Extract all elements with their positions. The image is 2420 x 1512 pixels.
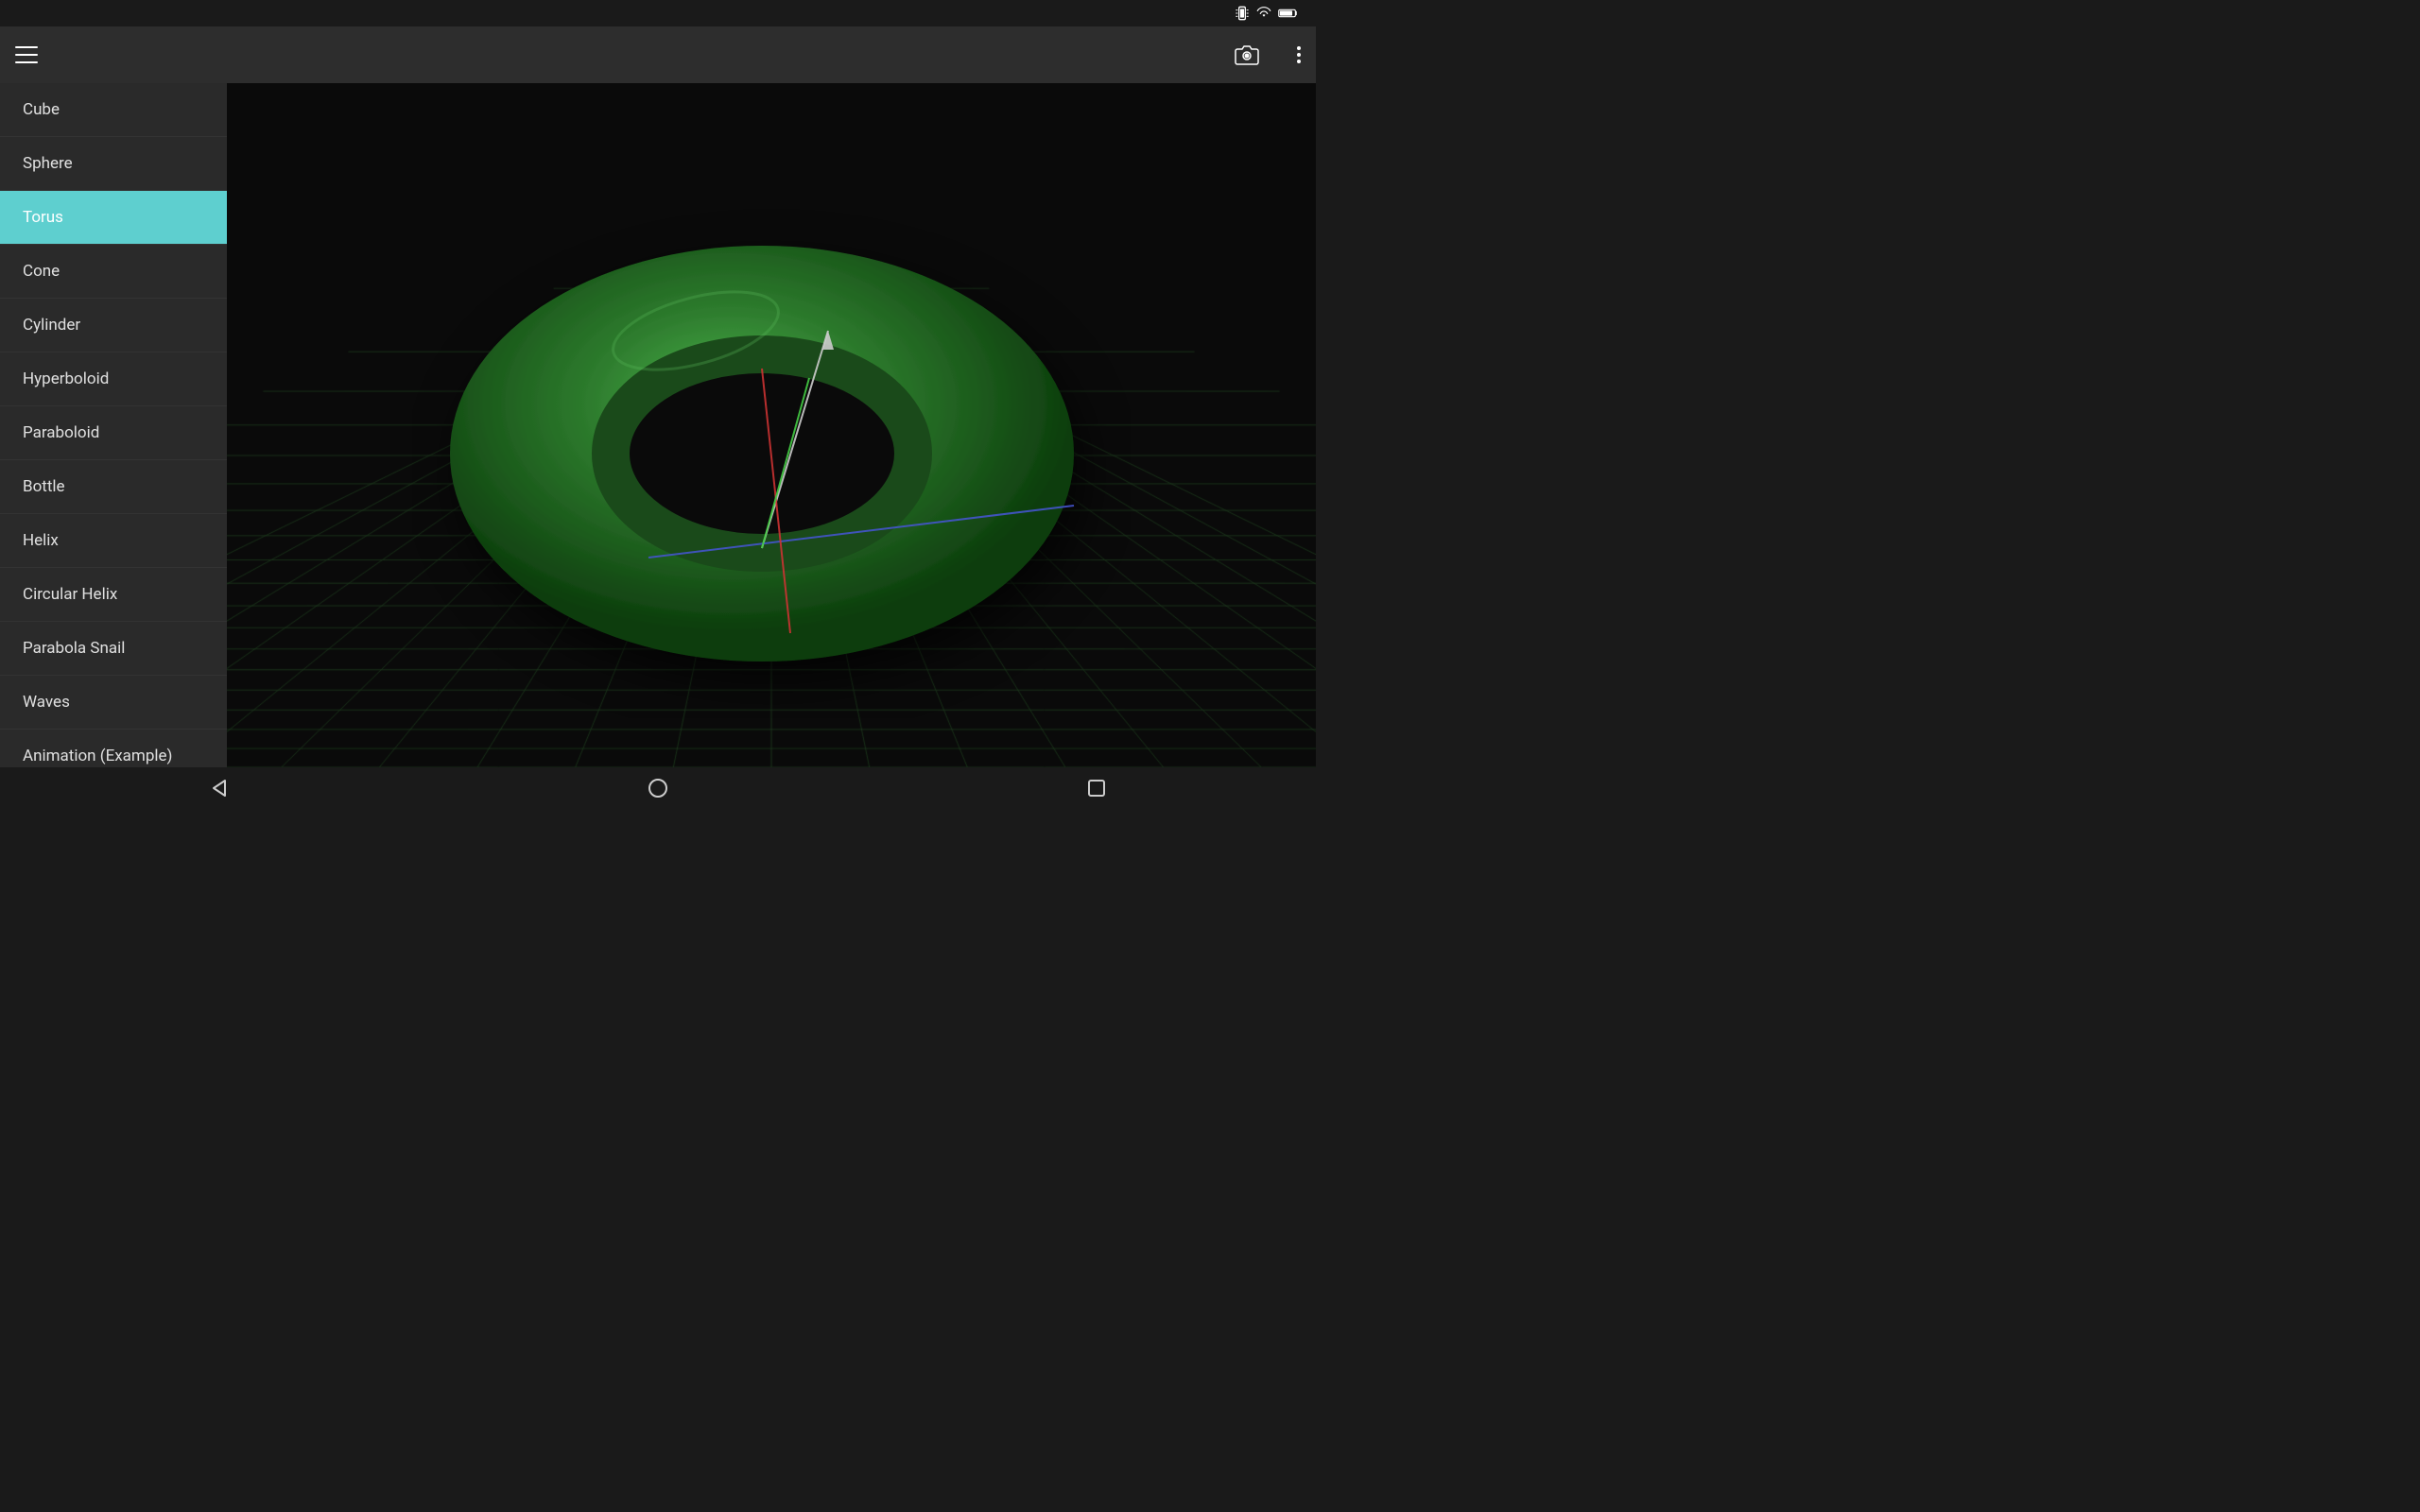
more-options-button[interactable] xyxy=(1297,46,1301,63)
sidebar-item-parabola-snail[interactable]: Parabola Snail xyxy=(0,622,227,676)
recents-button[interactable] xyxy=(1068,767,1125,809)
sidebar-item-hyperboloid[interactable]: Hyperboloid xyxy=(0,352,227,406)
main-content: CubeSphereTorusConeCylinderHyperboloidPa… xyxy=(0,83,1316,767)
back-icon xyxy=(210,779,229,798)
sidebar-item-cone[interactable]: Cone xyxy=(0,245,227,299)
status-icons xyxy=(1235,6,1305,21)
home-icon xyxy=(648,779,667,798)
camera-icon[interactable] xyxy=(1235,44,1259,65)
nav-bar xyxy=(0,767,1316,809)
sidebar-item-sphere[interactable]: Sphere xyxy=(0,137,227,191)
3d-viewport[interactable] xyxy=(227,83,1316,767)
recents-icon xyxy=(1088,780,1105,797)
vibrate-icon xyxy=(1235,6,1250,21)
sidebar-item-helix[interactable]: Helix xyxy=(0,514,227,568)
sidebar-item-bottle[interactable]: Bottle xyxy=(0,460,227,514)
sidebar-item-circular-helix[interactable]: Circular Helix xyxy=(0,568,227,622)
sidebar-item-cylinder[interactable]: Cylinder xyxy=(0,299,227,352)
home-button[interactable] xyxy=(630,767,686,809)
battery-icon xyxy=(1278,8,1299,19)
sidebar-item-torus[interactable]: Torus xyxy=(0,191,227,245)
sidebar-item-paraboloid[interactable]: Paraboloid xyxy=(0,406,227,460)
app-bar-actions xyxy=(1235,44,1301,65)
status-bar xyxy=(0,0,1316,26)
sidebar-item-animation-example[interactable]: Animation (Example) xyxy=(0,730,227,767)
torus-svg xyxy=(412,132,1131,718)
sidebar-item-waves[interactable]: Waves xyxy=(0,676,227,730)
sidebar: CubeSphereTorusConeCylinderHyperboloidPa… xyxy=(0,83,227,767)
torus-container xyxy=(227,83,1316,767)
sidebar-item-cube[interactable]: Cube xyxy=(0,83,227,137)
back-button[interactable] xyxy=(191,767,248,809)
hamburger-menu-button[interactable] xyxy=(15,46,38,63)
wifi-icon xyxy=(1255,7,1272,20)
app-bar xyxy=(0,26,1316,83)
